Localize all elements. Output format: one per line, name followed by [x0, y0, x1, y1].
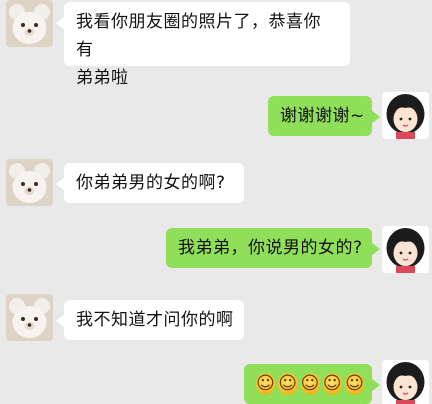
outgoing-emoji-message[interactable]: ☺ ☺ ☺ ☺ ☺: [244, 364, 380, 404]
smile-emoji-icon: ☺: [278, 373, 298, 395]
message-text: 我不知道才问你的啊: [76, 310, 234, 330]
smile-emoji-icon: ☺: [256, 373, 276, 395]
outgoing-message[interactable]: 谢谢谢谢~: [268, 96, 380, 136]
chat-screen: 我看你朋友圈的照片了，恭喜你有 弟弟啦 谢谢谢谢~ 你弟弟男的女的啊? 我弟弟，…: [0, 0, 432, 404]
self-avatar[interactable]: [382, 92, 429, 139]
outgoing-message[interactable]: 我弟弟，你说男的女的?: [166, 228, 380, 268]
friend-avatar[interactable]: [6, 159, 53, 206]
incoming-message[interactable]: 我不知道才问你的啊: [56, 300, 244, 340]
teddy-bear-icon: [6, 294, 53, 341]
message-text: 我弟弟，你说男的女的?: [178, 238, 363, 258]
incoming-message[interactable]: 你弟弟男的女的啊?: [56, 163, 244, 203]
message-text: 谢谢谢谢~: [280, 106, 365, 126]
teddy-bear-icon: [6, 159, 53, 206]
message-text-line: 弟弟啦: [76, 68, 129, 88]
self-avatar[interactable]: [382, 360, 429, 404]
friend-avatar[interactable]: [6, 294, 53, 341]
self-avatar[interactable]: [382, 226, 429, 273]
cartoon-girl-icon: [382, 226, 429, 273]
teddy-bear-icon: [6, 0, 53, 47]
cartoon-girl-icon: [382, 92, 429, 139]
friend-avatar[interactable]: [6, 0, 53, 47]
emoji-row: ☺ ☺ ☺ ☺ ☺: [256, 370, 365, 398]
cartoon-girl-icon: [382, 360, 429, 404]
message-text-line: 我看你朋友圈的照片了，恭喜你有: [76, 12, 321, 60]
smile-emoji-icon: ☺: [300, 373, 320, 395]
smile-emoji-icon: ☺: [345, 373, 365, 395]
message-text: 你弟弟男的女的啊?: [76, 173, 226, 193]
smile-emoji-icon: ☺: [322, 373, 343, 395]
incoming-message[interactable]: 我看你朋友圈的照片了，恭喜你有 弟弟啦: [56, 2, 350, 88]
